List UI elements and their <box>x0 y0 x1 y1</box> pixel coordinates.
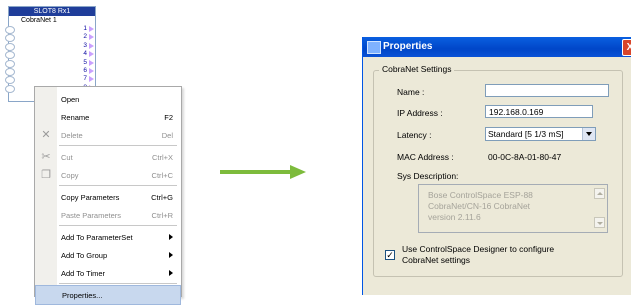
slot-port[interactable]: 2 <box>5 33 95 43</box>
slot-port[interactable]: 1 <box>5 25 95 34</box>
latency-value: Standard [5 1/3 mS] <box>488 129 564 139</box>
menu-item-shortcut: Ctrl+X <box>151 153 173 162</box>
menu-item-label: Add To ParameterSet <box>61 233 133 242</box>
menu-item-label: Copy Parameters <box>61 193 120 202</box>
dialog-titlebar[interactable]: Properties X <box>363 37 631 57</box>
submenu-arrow-icon <box>169 234 173 240</box>
checkmark-icon: ✓ <box>386 250 394 260</box>
slot-port[interactable]: 3 <box>5 41 95 51</box>
slot-ports: 12345678 <box>5 25 95 93</box>
menu-item-label: Delete <box>61 131 83 140</box>
input-port-icon[interactable] <box>5 84 15 93</box>
ip-address-label: IP Address : <box>397 108 443 118</box>
menu-item-open[interactable]: Open <box>35 90 181 108</box>
ip-address-field[interactable]: 192.168.0.169 <box>485 105 593 118</box>
scroll-down-icon[interactable] <box>594 217 605 228</box>
menu-item-label: Rename <box>61 113 90 122</box>
scrollbar[interactable] <box>594 188 605 228</box>
slot-subtitle: CobraNet 1 <box>21 17 57 24</box>
chevron-down-icon[interactable] <box>582 128 595 140</box>
mac-address-value: 00-0C-8A-01-80-47 <box>488 152 562 162</box>
output-port-icon[interactable] <box>89 34 94 41</box>
menu-item-shortcut: Ctrl+C <box>151 171 173 180</box>
scroll-up-icon[interactable] <box>594 188 605 199</box>
slot-port[interactable]: 4 <box>5 50 95 60</box>
menu-item-cut[interactable]: ✂ Cut Ctrl+X <box>35 148 181 166</box>
sys-description-box: Bose ControlSpace ESP-88 CobraNet/CN-16 … <box>418 184 608 233</box>
menu-item-shortcut: F2 <box>164 113 173 122</box>
menu-item-label: Open <box>61 95 80 104</box>
submenu-arrow-icon <box>169 252 173 258</box>
menu-item-shortcut: Del <box>161 131 173 140</box>
latency-label: Latency : <box>397 130 432 140</box>
scissors-icon: ✂ <box>41 151 51 163</box>
menu-item-rename[interactable]: Rename F2 <box>35 108 181 126</box>
menu-item-copy-parameters[interactable]: Copy Parameters Ctrl+G <box>35 188 181 206</box>
menu-item-delete[interactable]: ✕ Delete Del <box>35 126 181 144</box>
menu-item-label: Paste Parameters <box>61 211 122 220</box>
menu-item-add-to-parameterset[interactable]: Add To ParameterSet <box>35 228 181 246</box>
menu-item-shortcut: Ctrl+R <box>151 211 173 220</box>
submenu-arrow-icon <box>169 270 173 276</box>
port-number: 7 <box>83 75 87 83</box>
menu-item-paste-parameters[interactable]: Paste Parameters Ctrl+R <box>35 206 181 224</box>
slot-port[interactable]: 6 <box>5 66 95 76</box>
menu-separator <box>59 283 177 284</box>
menu-separator <box>59 185 177 186</box>
port-number: 6 <box>83 66 87 74</box>
dialog-title: Properties <box>383 41 433 52</box>
sys-description-label: Sys Description: <box>397 171 459 181</box>
menu-item-copy[interactable]: ❐ Copy Ctrl+C <box>35 166 181 184</box>
menu-item-label: Copy <box>61 171 79 180</box>
port-number: 4 <box>83 50 87 58</box>
slot-port[interactable]: 7 <box>5 75 95 85</box>
port-number: 1 <box>83 25 87 32</box>
name-label: Name : <box>397 87 425 97</box>
menu-separator <box>59 145 177 146</box>
output-port-icon[interactable] <box>89 67 94 74</box>
right-arrow-icon <box>220 165 306 179</box>
latency-select[interactable]: Standard [5 1/3 mS] <box>485 127 596 141</box>
port-number: 3 <box>83 41 87 49</box>
output-port-icon[interactable] <box>89 76 94 83</box>
close-button[interactable]: X <box>622 39 631 56</box>
menu-item-add-to-timer[interactable]: Add To Timer <box>35 264 181 282</box>
menu-item-add-to-group[interactable]: Add To Group <box>35 246 181 264</box>
menu-item-label: Add To Timer <box>61 269 106 278</box>
output-port-icon[interactable] <box>89 26 94 32</box>
copy-icon: ❐ <box>41 169 51 181</box>
output-port-icon[interactable] <box>89 59 94 66</box>
use-designer-label: Use ControlSpace Designer to configure C… <box>402 244 555 265</box>
context-menu: Open Rename F2 ✕ Delete Del ✂ Cut Ctrl+X… <box>34 86 182 305</box>
mac-address-label: MAC Address : <box>397 152 454 162</box>
delete-x-icon: ✕ <box>41 129 51 141</box>
output-port-icon[interactable] <box>89 42 94 49</box>
sys-description-text: Bose ControlSpace ESP-88 CobraNet/CN-16 … <box>428 190 533 222</box>
name-field[interactable] <box>485 84 609 97</box>
menu-item-properties[interactable]: Properties... <box>35 285 181 305</box>
menu-item-label: Add To Group <box>61 251 108 260</box>
properties-dialog: Properties X CobraNet Settings Name : IP… <box>362 37 631 295</box>
port-number: 5 <box>83 58 87 66</box>
group-legend: CobraNet Settings <box>379 64 455 74</box>
use-designer-checkbox[interactable]: ✓ <box>385 250 395 260</box>
menu-item-shortcut: Ctrl+G <box>151 193 173 202</box>
slot-port[interactable]: 5 <box>5 58 95 68</box>
menu-item-label: Cut <box>61 153 73 162</box>
menu-separator <box>59 225 177 226</box>
window-icon <box>367 41 381 54</box>
output-port-icon[interactable] <box>89 51 94 58</box>
slot-title: SLOT8 Rx1 <box>9 7 95 16</box>
menu-item-label: Properties... <box>62 291 103 300</box>
port-number: 2 <box>83 33 87 41</box>
